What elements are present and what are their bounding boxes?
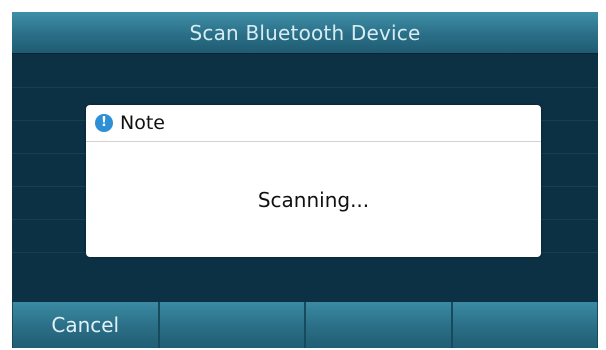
softkey-4[interactable]	[451, 302, 598, 348]
dialog-header: ! Note	[86, 105, 541, 142]
softkey-label: Cancel	[51, 313, 120, 337]
note-dialog: ! Note Scanning...	[86, 105, 541, 257]
softkey-bar: Cancel	[12, 302, 598, 348]
dialog-title: Note	[120, 112, 165, 134]
dialog-message: Scanning...	[257, 187, 370, 212]
phone-screen: Scan Bluetooth Device ! Note Scanning...…	[12, 12, 598, 348]
info-icon: !	[95, 114, 113, 132]
screen-title: Scan Bluetooth Device	[189, 20, 421, 45]
cancel-softkey[interactable]: Cancel	[12, 302, 159, 348]
softkey-3[interactable]	[305, 302, 452, 348]
title-bar: Scan Bluetooth Device	[12, 12, 598, 54]
softkey-2[interactable]	[158, 302, 305, 348]
dialog-body: Scanning...	[86, 142, 541, 257]
row-divider	[12, 87, 598, 88]
